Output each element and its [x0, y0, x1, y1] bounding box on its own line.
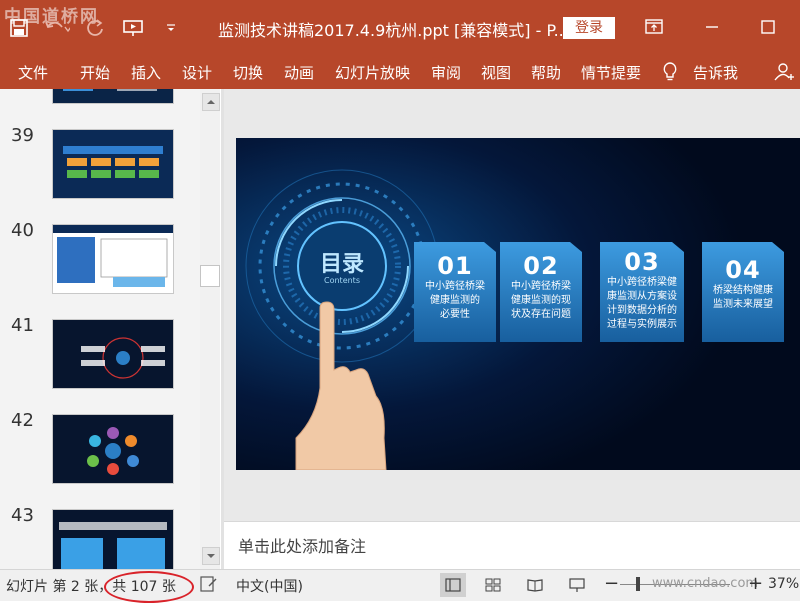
catalog-item-2[interactable]: 02 中小跨径桥梁 健康监测的现 状及存在问题 [500, 252, 582, 322]
slide-number: 43 [11, 505, 34, 526]
tell-me-search[interactable]: 告诉我 [693, 62, 738, 83]
catalog-title: 目录 [319, 252, 364, 277]
spelling-check-icon[interactable] [200, 575, 218, 597]
slide-number: 40 [11, 220, 34, 241]
tab-view[interactable]: 视图 [481, 62, 511, 83]
thumbnail-row[interactable]: 43 [0, 501, 200, 569]
thumbnail-row[interactable]: 40 [0, 216, 200, 306]
redo-icon[interactable] [76, 0, 114, 56]
ribbon-display-options-icon[interactable] [644, 17, 664, 37]
zoom-in-icon[interactable]: + [748, 573, 763, 594]
item-text-line: 健康监测的 [430, 295, 480, 306]
item-number: 02 [523, 252, 559, 280]
tab-home[interactable]: 开始 [80, 62, 110, 83]
tab-transitions[interactable]: 切换 [233, 62, 263, 83]
customize-toolbar-icon[interactable] [152, 0, 190, 56]
item-text-line: 监测未来展望 [713, 299, 773, 310]
notes-pane[interactable]: 单击此处添加备注 [224, 521, 800, 570]
language-indicator[interactable]: 中文(中国) [236, 576, 303, 596]
notes-placeholder[interactable]: 单击此处添加备注 [238, 533, 366, 557]
item-number: 04 [725, 256, 761, 284]
tab-help[interactable]: 帮助 [531, 62, 561, 83]
reading-view-icon[interactable] [522, 573, 548, 597]
slideshow-view-icon[interactable] [564, 573, 590, 597]
catalog-subtitle: Contents [324, 276, 360, 285]
zoom-out-icon[interactable]: − [604, 573, 619, 594]
minimize-icon[interactable] [702, 17, 722, 37]
status-bar: 幻灯片 第 2 张，共 107 张 中文(中国) − www.cndao.com… [0, 569, 800, 603]
item-text-line: 中小跨径桥梁 [425, 281, 485, 292]
thumbnail-row[interactable]: 41 [0, 311, 200, 401]
item-text-line: 计到数据分析的 [607, 305, 677, 316]
thumbnail-row[interactable]: 42 [0, 406, 200, 496]
scrollbar-thumb[interactable] [200, 265, 220, 287]
slide-thumbnail[interactable] [52, 224, 174, 294]
thumbnail-row[interactable]: 39 [0, 121, 200, 211]
slide-number: 42 [11, 410, 34, 431]
tab-insert[interactable]: 插入 [131, 62, 161, 83]
slide-number: 39 [11, 125, 34, 146]
thumbnail-row[interactable] [0, 89, 200, 124]
undo-icon[interactable] [38, 0, 76, 56]
slide-thumbnail[interactable] [52, 509, 174, 569]
catalog-item-3[interactable]: 03 中小跨径桥梁健 康监测从方案设 计到数据分析的 过程与实例展示 [600, 248, 684, 332]
thumbnail-scrollbar[interactable] [200, 89, 220, 569]
start-slideshow-icon[interactable] [114, 0, 152, 56]
item-text-line: 状及存在问题 [511, 309, 571, 320]
item-text-line: 康监测从方案设 [607, 291, 677, 302]
save-icon[interactable] [0, 0, 38, 56]
catalog-item-1[interactable]: 01 中小跨径桥梁 健康监测的 必要性 [414, 252, 496, 322]
tab-file[interactable]: 文件 [18, 62, 48, 83]
title-bar: 中国道桥网 监测技术讲稿2017.4.9杭州.ppt [兼容模式] - P...… [0, 0, 800, 56]
zoom-level[interactable]: 37% [768, 576, 799, 592]
slide-thumbnail[interactable] [52, 89, 174, 104]
maximize-icon[interactable] [758, 17, 778, 37]
tab-review[interactable]: 审阅 [431, 62, 461, 83]
slide-thumbnail-pane: 39 40 41 42 43 [0, 89, 200, 569]
item-number: 01 [437, 252, 473, 280]
slide-sorter-icon[interactable] [480, 573, 506, 597]
tab-storyboard[interactable]: 情节提要 [581, 62, 641, 83]
tab-slideshow[interactable]: 幻灯片放映 [335, 62, 410, 83]
zoom-slider-thumb[interactable] [636, 577, 640, 591]
document-title: 监测技术讲稿2017.4.9杭州.ppt [兼容模式] - P... [218, 21, 569, 40]
normal-view-icon[interactable] [440, 573, 466, 597]
tab-animations[interactable]: 动画 [284, 62, 314, 83]
lightbulb-icon[interactable] [662, 62, 678, 86]
item-text-line: 必要性 [440, 309, 470, 320]
slide-thumbnail[interactable] [52, 319, 174, 389]
slide-thumbnail[interactable] [52, 129, 174, 199]
ribbon-tabs: 文件 开始 插入 设计 切换 动画 幻灯片放映 审阅 视图 帮助 情节提要 告诉… [0, 56, 800, 89]
item-text-line: 中小跨径桥梁 [511, 281, 571, 292]
catalog-item-4[interactable]: 04 桥梁结构健康 监测未来展望 [702, 256, 784, 312]
current-slide[interactable]: 目录 Contents 01 中小跨径桥梁 健康监测的 必要性 02 中小跨径桥… [236, 138, 800, 470]
quick-access-toolbar [0, 0, 190, 56]
login-button[interactable]: 登录 [563, 17, 615, 39]
tab-design[interactable]: 设计 [182, 62, 212, 83]
item-text-line: 中小跨径桥梁健 [607, 277, 677, 288]
watermark-url: www.cndao.com [652, 576, 759, 591]
slide-thumbnail[interactable] [52, 414, 174, 484]
item-text-line: 健康监测的现 [511, 295, 571, 306]
slide-number: 41 [11, 315, 34, 336]
item-number: 03 [624, 248, 660, 276]
item-text-line: 桥梁结构健康 [713, 285, 773, 296]
scroll-down-icon[interactable] [202, 547, 220, 565]
share-icon[interactable] [774, 62, 796, 86]
item-text-line: 过程与实例展示 [607, 319, 677, 330]
scroll-up-icon[interactable] [202, 93, 220, 111]
annotation-circle [104, 571, 194, 603]
